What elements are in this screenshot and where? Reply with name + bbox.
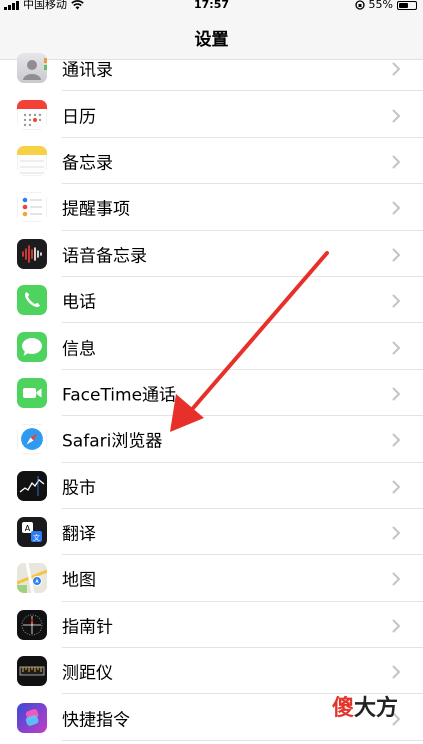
settings-item[interactable]: 信息 bbox=[0, 323, 423, 370]
chevron-right-icon bbox=[392, 571, 401, 586]
settings-item-label: 语音备忘录 bbox=[62, 246, 147, 267]
settings-item[interactable]: 指南针 bbox=[0, 602, 423, 649]
settings-item-label: FaceTime通话 bbox=[62, 385, 177, 406]
translate-icon: A文 bbox=[17, 517, 47, 548]
chevron-right-icon bbox=[392, 154, 401, 169]
settings-item-label: 信息 bbox=[62, 339, 96, 360]
settings-item-label: 地图 bbox=[62, 570, 96, 591]
contacts-icon bbox=[17, 53, 47, 84]
chevron-right-icon bbox=[392, 200, 401, 215]
chevron-right-icon bbox=[392, 525, 401, 540]
watermark-part1: 傻 bbox=[332, 696, 355, 721]
chevron-right-icon bbox=[392, 61, 401, 76]
settings-item[interactable]: 电话 bbox=[0, 277, 423, 324]
measure-icon bbox=[17, 656, 47, 687]
settings-item-label: 测距仪 bbox=[62, 663, 113, 684]
safari-icon bbox=[17, 424, 47, 455]
settings-item[interactable]: 提醒事项 bbox=[0, 184, 423, 231]
chevron-right-icon bbox=[392, 664, 401, 679]
facetime-icon bbox=[17, 377, 47, 408]
settings-item-label: 备忘录 bbox=[62, 153, 113, 174]
orientation-lock-icon bbox=[354, 0, 365, 10]
maps-icon bbox=[17, 563, 47, 594]
watermark: 傻大方 bbox=[332, 690, 398, 722]
chevron-right-icon bbox=[392, 618, 401, 633]
battery-icon bbox=[397, 0, 417, 10]
settings-item-label: 提醒事项 bbox=[62, 199, 130, 220]
chevron-right-icon bbox=[392, 479, 401, 494]
row-divider bbox=[62, 739, 423, 741]
settings-item-label: 指南针 bbox=[62, 617, 113, 638]
svg-text:A: A bbox=[25, 524, 31, 533]
settings-item[interactable]: 通讯录 bbox=[0, 45, 423, 92]
settings-item[interactable]: FaceTime通话 bbox=[0, 370, 423, 417]
settings-item-label: 电话 bbox=[62, 292, 96, 313]
notes-icon bbox=[17, 145, 47, 176]
calendar-icon bbox=[17, 99, 47, 130]
settings-item-label: 通讯录 bbox=[62, 60, 113, 81]
messages-icon bbox=[17, 331, 47, 362]
battery-percent: 55% bbox=[368, 0, 393, 11]
phone-icon bbox=[17, 285, 47, 316]
settings-item-label: 翻译 bbox=[62, 524, 96, 545]
svg-text:文: 文 bbox=[33, 533, 40, 542]
settings-item[interactable]: 日历 bbox=[0, 91, 423, 138]
settings-item[interactable]: A 文翻译 bbox=[0, 509, 423, 556]
chevron-right-icon bbox=[392, 432, 401, 447]
settings-item[interactable]: 测距仪 bbox=[0, 648, 423, 695]
watermark-part2: 大方 bbox=[354, 696, 399, 721]
chevron-right-icon bbox=[392, 108, 401, 123]
compass-icon bbox=[17, 609, 47, 640]
settings-item[interactable]: 股市 bbox=[0, 463, 423, 509]
chevron-right-icon bbox=[392, 386, 401, 401]
chevron-right-icon bbox=[392, 293, 401, 308]
shortcuts-icon bbox=[17, 702, 47, 733]
settings-item[interactable]: 语音备忘录 bbox=[0, 231, 423, 277]
stocks-icon bbox=[17, 470, 47, 501]
settings-item-label: 日历 bbox=[62, 107, 96, 128]
chevron-right-icon bbox=[392, 247, 401, 262]
settings-item-label: 快捷指令 bbox=[62, 710, 130, 731]
voice-memos-icon bbox=[17, 238, 47, 269]
settings-item[interactable]: Safari浏览器 bbox=[0, 416, 423, 463]
settings-item[interactable]: 地图 bbox=[0, 555, 423, 602]
settings-item[interactable]: 备忘录 bbox=[0, 138, 423, 185]
reminders-icon bbox=[17, 192, 47, 223]
settings-item-label: Safari浏览器 bbox=[62, 431, 163, 452]
settings-list: 通讯录日历备忘录提醒事项语音备忘录电话信息 FaceTime通话 Safari浏览器… bbox=[0, 45, 423, 741]
status-bar: 中国移动 17:57 55% bbox=[0, 0, 423, 12]
battery-level bbox=[399, 2, 408, 8]
settings-item-label: 股市 bbox=[62, 478, 96, 499]
status-right: 55% bbox=[354, 0, 417, 11]
chevron-right-icon bbox=[392, 340, 401, 355]
